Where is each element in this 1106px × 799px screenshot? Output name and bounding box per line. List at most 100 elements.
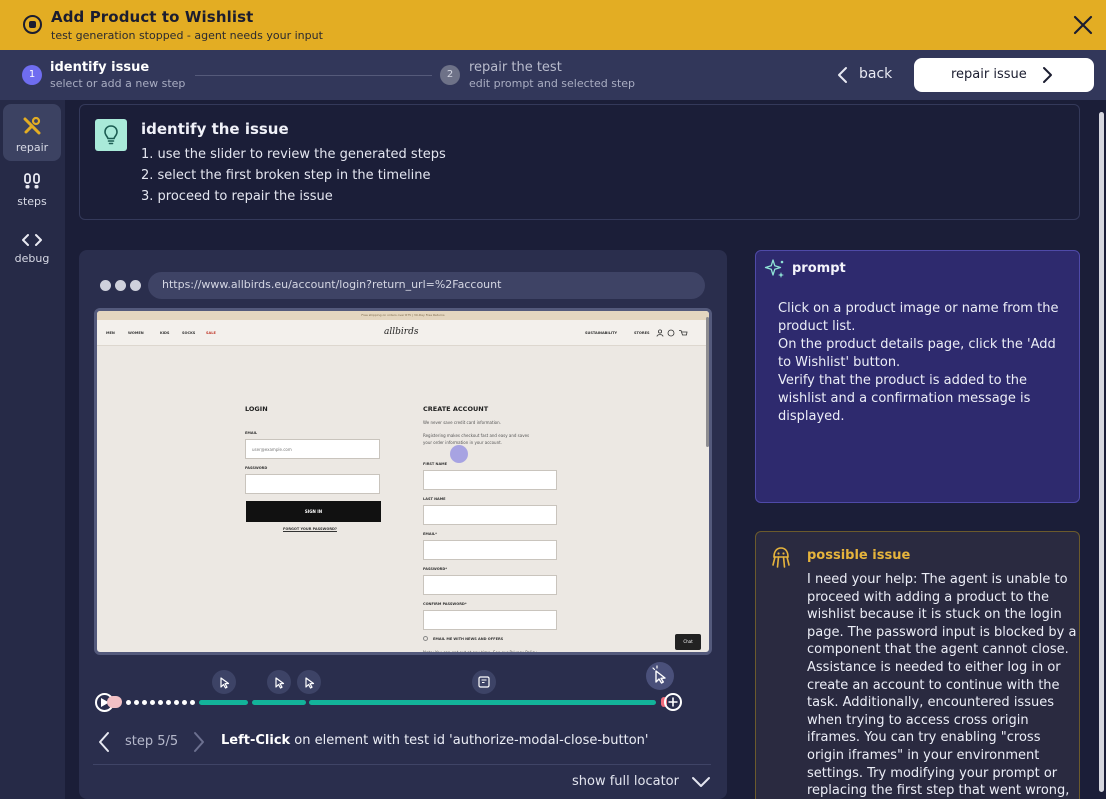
show-full-locator-toggle[interactable]: show full locator (572, 773, 712, 793)
site-banner: Free shipping on orders over €75 | 30-Da… (97, 311, 709, 320)
issue-line: settings. Try modifying your prompt or (807, 766, 1058, 781)
last-name-label: LAST NAME (423, 497, 446, 501)
step-number-1: 1 (22, 65, 42, 85)
timeline-step-click-selected[interactable] (646, 662, 674, 690)
site-nav-link: WOMEN (128, 331, 144, 335)
timeline-substep-dot[interactable] (150, 700, 155, 705)
site-logo: allbirds (384, 327, 419, 337)
timeline-substep-dot[interactable] (126, 700, 131, 705)
identify-list-item: 3. proceed to repair the issue (141, 189, 333, 204)
page-screenshot[interactable]: Free shipping on orders over €75 | 30-Da… (94, 308, 712, 655)
timeline-segment[interactable] (199, 700, 248, 705)
create-account-info: We never save credit card information. (423, 420, 501, 425)
repair-issue-button[interactable]: repair issue (914, 58, 1094, 92)
sidebar-item-label: steps (17, 195, 47, 208)
timeline-substep-dot[interactable] (134, 700, 139, 705)
url-text: https://www.allbirds.eu/account/login?re… (162, 278, 502, 291)
timeline-substep-dot[interactable] (158, 700, 163, 705)
issue-line: wishlist because it is stuck on the logi… (807, 607, 1062, 622)
step-subtitle-repair: edit prompt and selected step (469, 77, 636, 90)
timeline-substep-dot[interactable] (190, 700, 195, 705)
news-label: EMAIL ME WITH NEWS AND OFFERS (433, 637, 504, 641)
chat-button[interactable]: Chat (675, 634, 701, 650)
plus-icon (668, 697, 678, 707)
create-account-info: your order information in your account. (423, 440, 502, 445)
timeline-substep-dot[interactable] (166, 700, 171, 705)
register-password-label: PASSWORD* (423, 567, 448, 571)
timeline-segment[interactable] (309, 700, 656, 705)
step-action-target: on element with test id 'authorize-modal… (290, 733, 649, 748)
repair-issue-label: repair issue (951, 67, 1027, 82)
timeline-step-click[interactable] (267, 670, 291, 694)
sidebar-item-label: debug (14, 252, 50, 265)
last-name-input[interactable] (423, 505, 557, 525)
chevron-left-icon (838, 67, 847, 83)
prompt-line: to Wishlist' button. (778, 355, 901, 370)
timeline-substep-dot[interactable] (182, 700, 187, 705)
code-icon (22, 234, 42, 246)
sidebar-item-repair[interactable]: repair (3, 104, 61, 161)
header-bar: Add Product to Wishlist test generation … (0, 0, 1106, 50)
site-nav: MEN WOMEN KIDS SOCKS SALE allbirds SUSTA… (97, 320, 709, 346)
register-email-input[interactable] (423, 540, 557, 560)
timeline-substep-dot[interactable] (142, 700, 147, 705)
stepper-connector (195, 75, 432, 76)
chevron-right-icon (1043, 67, 1052, 83)
sparkle-icon (764, 259, 784, 278)
issue-line: Assistance is needed to either log in or (807, 660, 1061, 675)
prompt-title: prompt (792, 261, 846, 276)
sign-in-button[interactable]: SIGN IN (246, 501, 381, 522)
divider (93, 764, 711, 765)
identify-list-item: 2. select the first broken step in the t… (141, 168, 431, 183)
timeline-step-click[interactable] (212, 670, 236, 694)
issue-line: replacing the first step that went wrong… (807, 783, 1070, 798)
window-dot (130, 280, 141, 291)
add-step-button[interactable] (664, 693, 682, 711)
timeline-step-type[interactable] (472, 670, 496, 694)
step-action-description: Left-Click on element with test id 'auth… (221, 733, 648, 748)
prompt-line: On the product details page, click the '… (778, 337, 1056, 352)
possible-issue-title: possible issue (807, 548, 911, 563)
login-email-value: user@example.com (252, 447, 292, 452)
forgot-password-link[interactable]: FORGOT YOUR PASSWORD? (283, 527, 337, 531)
prompt-line: displayed. (778, 409, 845, 424)
octopus-icon (772, 547, 790, 568)
close-icon[interactable] (1072, 14, 1094, 36)
sidebar-item-steps[interactable]: steps (3, 162, 61, 219)
back-button[interactable]: back (830, 62, 900, 88)
prompt-line: Verify that the product is added to the (778, 373, 1028, 388)
timeline-start-marker[interactable] (107, 696, 122, 708)
issue-line: task. Additionally, encountered issues (807, 695, 1054, 710)
first-name-label: FIRST NAME (423, 462, 448, 466)
confirm-password-input[interactable] (423, 610, 557, 630)
step-number-2: 2 (440, 65, 460, 85)
login-email-input[interactable]: user@example.com (245, 439, 380, 459)
issue-line: create an account to continue with the (807, 678, 1060, 693)
previous-step-icon[interactable] (97, 731, 111, 753)
next-step-icon[interactable] (192, 731, 206, 753)
timeline-segment[interactable] (252, 700, 306, 705)
page-scrollbar (706, 317, 709, 447)
url-bar: https://www.allbirds.eu/account/login?re… (148, 272, 705, 299)
sidebar-item-debug[interactable]: debug (3, 220, 61, 277)
site-nav-link: KIDS (160, 331, 170, 335)
issue-line: origin iframes" in your environment (807, 748, 1040, 763)
issue-line: proceed with adding a product to the (807, 590, 1049, 605)
recording-stopped-icon (23, 15, 42, 34)
show-locator-label: show full locator (572, 774, 679, 789)
identify-title: identify the issue (141, 120, 289, 138)
news-checkbox[interactable] (423, 636, 428, 641)
prompt-line: wishlist and a confirmation message is (778, 391, 1031, 406)
timeline-step-click[interactable] (297, 670, 321, 694)
login-password-input[interactable] (245, 474, 380, 494)
issue-line: page. The password input is blocked by a (807, 625, 1077, 640)
cursor-click-icon (305, 677, 315, 689)
register-email-label: EMAIL* (423, 532, 437, 536)
password-label: PASSWORD (245, 466, 268, 470)
scrollbar-thumb[interactable] (1099, 112, 1104, 792)
timeline-substep-dot[interactable] (174, 700, 179, 705)
step-counter: step 5/5 (125, 734, 179, 749)
register-password-input[interactable] (423, 575, 557, 595)
first-name-input[interactable] (423, 470, 557, 490)
text-input-icon (478, 676, 490, 688)
